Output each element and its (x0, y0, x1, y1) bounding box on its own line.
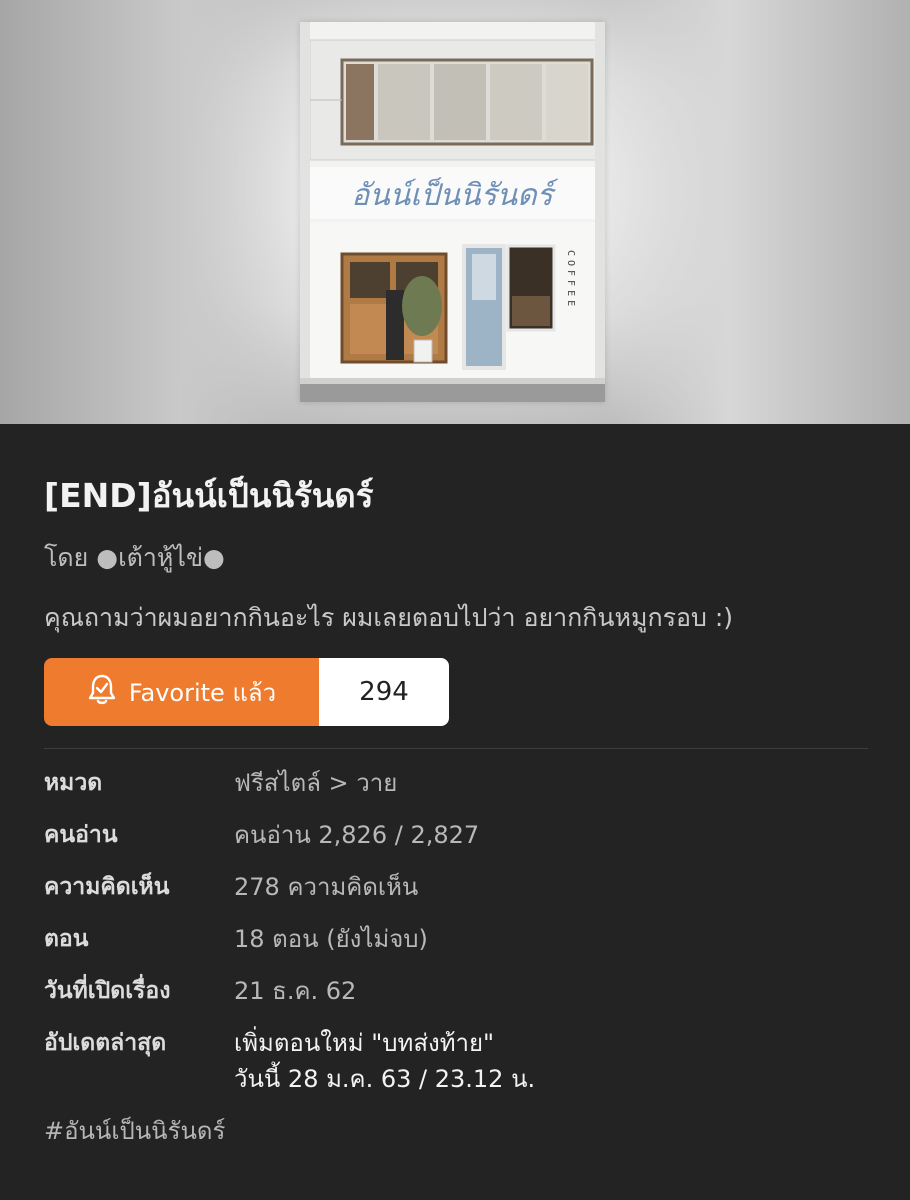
favorite-button[interactable]: Favorite แล้ว (44, 658, 319, 726)
info-row-opened: วันที่เปิดเรื่อง 21 ธ.ค. 62 (44, 973, 866, 1009)
comments-value: 278 ความคิดเห็น (234, 873, 419, 901)
banner-blur-left (0, 0, 300, 424)
cover-sign-text: อันน์เป็นนิรันดร์ (351, 177, 559, 213)
cover-banner: อันน์เป็นนิรันดร์ COFFEE (0, 0, 910, 424)
hashtag-link[interactable]: #อันน์เป็นนิรันดร์ (44, 1111, 866, 1150)
updated-timestamp: วันนี้ 28 ม.ค. 63 / 23.12 น. (234, 1065, 536, 1093)
opened-label: วันที่เปิดเรื่อง (44, 978, 171, 1004)
info-row-readers: คนอ่าน คนอ่าน 2,826 / 2,827 (44, 817, 866, 853)
updated-episode-link[interactable]: เพิ่มตอนใหม่ "บทส่งท้าย" (234, 1025, 535, 1061)
episodes-value: 18 ตอน (ยังไม่จบ) (234, 925, 428, 953)
novel-title: [END]อันน์เป็นนิรันดร์ (44, 476, 374, 515)
updated-label: อัปเดตล่าสุด (44, 1030, 167, 1056)
favorite-label: Favorite แล้ว (128, 678, 277, 707)
storefront-illustration: อันน์เป็นนิรันดร์ COFFEE (300, 22, 605, 402)
info-row-comments: ความคิดเห็น 278 ความคิดเห็น (44, 869, 866, 905)
info-row-category: หมวด ฟรีสไตล์ > วาย (44, 765, 866, 801)
divider (44, 748, 868, 749)
banner-blur-right (610, 0, 910, 424)
info-row-updated: อัปเดตล่าสุด เพิ่มตอนใหม่ "บทส่งท้าย" วั… (44, 1025, 866, 1097)
category-label: หมวด (44, 770, 103, 796)
novel-details: [END]อันน์เป็นนิรันดร์ โดย ●เต้าหู้ไข่● … (0, 424, 910, 1150)
readers-label: คนอ่าน (44, 822, 118, 848)
opened-value: 21 ธ.ค. 62 (234, 977, 357, 1005)
category-value[interactable]: ฟรีสไตล์ > วาย (234, 765, 397, 801)
bell-check-icon (87, 673, 117, 711)
readers-value: คนอ่าน 2,826 / 2,827 (234, 821, 480, 849)
cover-coffee-text: COFFEE (565, 250, 576, 310)
favorite-row: Favorite แล้ว 294 (44, 658, 866, 726)
cover-image[interactable]: อันน์เป็นนิรันดร์ COFFEE (300, 22, 605, 402)
episodes-label: ตอน (44, 926, 89, 952)
updated-value: เพิ่มตอนใหม่ "บทส่งท้าย" วันนี้ 28 ม.ค. … (234, 1025, 535, 1097)
comments-label: ความคิดเห็น (44, 874, 170, 900)
info-row-episodes: ตอน 18 ตอน (ยังไม่จบ) (44, 921, 866, 957)
favorite-count: 294 (319, 658, 449, 726)
novel-description: คุณถามว่าผมอยากกินอะไร ผมเลยตอบไปว่า อยา… (44, 603, 734, 632)
novel-author[interactable]: โดย ●เต้าหู้ไข่● (44, 538, 866, 578)
